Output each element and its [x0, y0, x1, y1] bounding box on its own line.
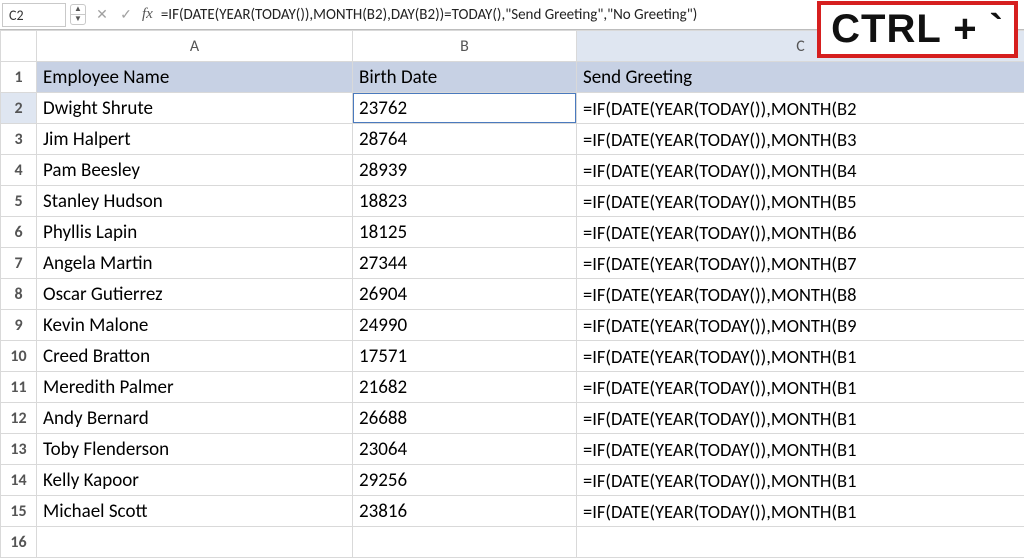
cell-A6[interactable]: Phyllis Lapin [37, 217, 353, 248]
chevron-down-icon[interactable]: ▼ [71, 15, 85, 24]
table-row: 2Dwight Shrute23762=IF(DATE(YEAR(TODAY()… [1, 93, 1024, 124]
fx-icon[interactable]: fx [142, 6, 153, 23]
cell-B15[interactable]: 23816 [353, 496, 577, 527]
name-box[interactable]: C2 [2, 3, 66, 27]
cell-A10[interactable]: Creed Bratton [37, 341, 353, 372]
select-all-corner[interactable] [1, 31, 37, 62]
cell-A14[interactable]: Kelly Kapoor [37, 465, 353, 496]
cell-B9[interactable]: 24990 [353, 310, 577, 341]
cell-A2[interactable]: Dwight Shrute [37, 93, 353, 124]
cell-A8[interactable]: Oscar Gutierrez [37, 279, 353, 310]
cell-A11[interactable]: Meredith Palmer [37, 372, 353, 403]
table-header-row: 1 Employee Name Birth Date Send Greeting [1, 62, 1024, 93]
name-box-stepper[interactable]: ▲ ▼ [70, 4, 86, 25]
table-row: 4Pam Beesley28939=IF(DATE(YEAR(TODAY()),… [1, 155, 1024, 186]
cell-C9[interactable]: =IF(DATE(YEAR(TODAY()),MONTH(B9 [577, 310, 1024, 341]
row-header-12[interactable]: 12 [1, 403, 37, 434]
cell-B14[interactable]: 29256 [353, 465, 577, 496]
row-header-16[interactable]: 16 [1, 527, 37, 558]
row-header-6[interactable]: 6 [1, 217, 37, 248]
cell-C13[interactable]: =IF(DATE(YEAR(TODAY()),MONTH(B1 [577, 434, 1024, 465]
cell-C2[interactable]: =IF(DATE(YEAR(TODAY()),MONTH(B2 [577, 93, 1024, 124]
cell-A9[interactable]: Kevin Malone [37, 310, 353, 341]
cell-C16[interactable] [577, 527, 1024, 558]
cell-C11[interactable]: =IF(DATE(YEAR(TODAY()),MONTH(B1 [577, 372, 1024, 403]
cell-A15[interactable]: Michael Scott [37, 496, 353, 527]
table-row: 13Toby Flenderson23064=IF(DATE(YEAR(TODA… [1, 434, 1024, 465]
cell-B10[interactable]: 17571 [353, 341, 577, 372]
shortcut-callout: CTRL + ` [817, 1, 1018, 58]
row-header-3[interactable]: 3 [1, 124, 37, 155]
cancel-formula-button[interactable]: ✕ [90, 6, 114, 23]
cell-B16[interactable] [353, 527, 577, 558]
cell-C8[interactable]: =IF(DATE(YEAR(TODAY()),MONTH(B8 [577, 279, 1024, 310]
col-header-B[interactable]: B [353, 31, 577, 62]
table-row: 11Meredith Palmer21682=IF(DATE(YEAR(TODA… [1, 372, 1024, 403]
table-row: 14Kelly Kapoor29256=IF(DATE(YEAR(TODAY()… [1, 465, 1024, 496]
cell-C14[interactable]: =IF(DATE(YEAR(TODAY()),MONTH(B1 [577, 465, 1024, 496]
cell-B1[interactable]: Birth Date [353, 62, 577, 93]
cell-B5[interactable]: 18823 [353, 186, 577, 217]
cell-B7[interactable]: 27344 [353, 248, 577, 279]
cell-C6[interactable]: =IF(DATE(YEAR(TODAY()),MONTH(B6 [577, 217, 1024, 248]
row-header-11[interactable]: 11 [1, 372, 37, 403]
confirm-formula-button[interactable]: ✓ [114, 6, 138, 23]
row-header-13[interactable]: 13 [1, 434, 37, 465]
cell-C1[interactable]: Send Greeting [577, 62, 1024, 93]
cell-B8[interactable]: 26904 [353, 279, 577, 310]
table-row: 7Angela Martin27344=IF(DATE(YEAR(TODAY()… [1, 248, 1024, 279]
cell-B6[interactable]: 18125 [353, 217, 577, 248]
table-row: 10Creed Bratton17571=IF(DATE(YEAR(TODAY(… [1, 341, 1024, 372]
row-header-15[interactable]: 15 [1, 496, 37, 527]
row-header-2[interactable]: 2 [1, 93, 37, 124]
row-header-8[interactable]: 8 [1, 279, 37, 310]
cell-B12[interactable]: 26688 [353, 403, 577, 434]
table-row: 12Andy Bernard26688=IF(DATE(YEAR(TODAY()… [1, 403, 1024, 434]
cell-B11[interactable]: 21682 [353, 372, 577, 403]
cell-C3[interactable]: =IF(DATE(YEAR(TODAY()),MONTH(B3 [577, 124, 1024, 155]
cell-A16[interactable] [37, 527, 353, 558]
table-row: 9Kevin Malone24990=IF(DATE(YEAR(TODAY())… [1, 310, 1024, 341]
row-header-7[interactable]: 7 [1, 248, 37, 279]
row-header-5[interactable]: 5 [1, 186, 37, 217]
cell-A3[interactable]: Jim Halpert [37, 124, 353, 155]
cell-C7[interactable]: =IF(DATE(YEAR(TODAY()),MONTH(B7 [577, 248, 1024, 279]
cell-C12[interactable]: =IF(DATE(YEAR(TODAY()),MONTH(B1 [577, 403, 1024, 434]
cell-A7[interactable]: Angela Martin [37, 248, 353, 279]
table-row: 6Phyllis Lapin18125=IF(DATE(YEAR(TODAY()… [1, 217, 1024, 248]
col-header-A[interactable]: A [37, 31, 353, 62]
row-header-14[interactable]: 14 [1, 465, 37, 496]
cell-B13[interactable]: 23064 [353, 434, 577, 465]
cell-A4[interactable]: Pam Beesley [37, 155, 353, 186]
cell-B4[interactable]: 28939 [353, 155, 577, 186]
table-row: 3Jim Halpert28764=IF(DATE(YEAR(TODAY()),… [1, 124, 1024, 155]
cell-B2[interactable]: 23762 [353, 93, 577, 124]
cell-C4[interactable]: =IF(DATE(YEAR(TODAY()),MONTH(B4 [577, 155, 1024, 186]
row-header-10[interactable]: 10 [1, 341, 37, 372]
table-row: 8Oscar Gutierrez26904=IF(DATE(YEAR(TODAY… [1, 279, 1024, 310]
cell-B3[interactable]: 28764 [353, 124, 577, 155]
table-row: 5Stanley Hudson18823=IF(DATE(YEAR(TODAY(… [1, 186, 1024, 217]
table-row-empty: 16 [1, 527, 1024, 558]
cell-C10[interactable]: =IF(DATE(YEAR(TODAY()),MONTH(B1 [577, 341, 1024, 372]
row-header-9[interactable]: 9 [1, 310, 37, 341]
cell-A5[interactable]: Stanley Hudson [37, 186, 353, 217]
row-header-1[interactable]: 1 [1, 62, 37, 93]
cell-A1[interactable]: Employee Name [37, 62, 353, 93]
cell-C5[interactable]: =IF(DATE(YEAR(TODAY()),MONTH(B5 [577, 186, 1024, 217]
cell-C15[interactable]: =IF(DATE(YEAR(TODAY()),MONTH(B1 [577, 496, 1024, 527]
row-header-4[interactable]: 4 [1, 155, 37, 186]
spreadsheet-grid[interactable]: A B C 1 Employee Name Birth Date Send Gr… [0, 30, 1024, 558]
cell-A13[interactable]: Toby Flenderson [37, 434, 353, 465]
cell-A12[interactable]: Andy Bernard [37, 403, 353, 434]
table-row: 15Michael Scott23816=IF(DATE(YEAR(TODAY(… [1, 496, 1024, 527]
